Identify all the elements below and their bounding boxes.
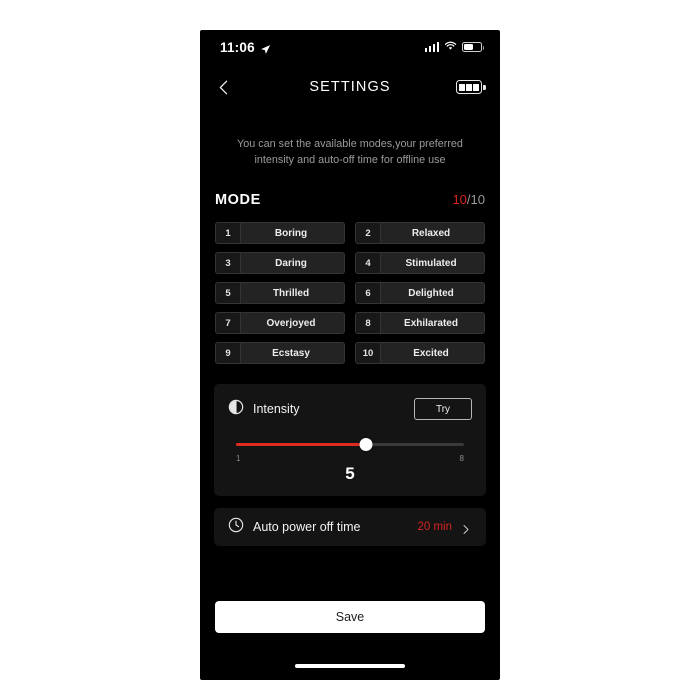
cellular-signal-icon bbox=[424, 42, 439, 52]
slider-fill bbox=[236, 442, 366, 446]
mode-label: Boring bbox=[274, 227, 308, 239]
mode-label: Ecstasy bbox=[272, 347, 310, 359]
auto-power-off-title-group: Auto power off time bbox=[228, 517, 417, 538]
mode-number: 2 bbox=[356, 223, 381, 243]
mode-number: 1 bbox=[216, 223, 241, 243]
mode-item-3[interactable]: 3 Daring bbox=[215, 252, 345, 274]
mode-item-6[interactable]: 6 Delighted bbox=[355, 282, 485, 304]
location-arrow-icon bbox=[260, 42, 271, 54]
page-title: SETTINGS bbox=[309, 79, 391, 95]
description-text: You can set the available modes,your pre… bbox=[237, 138, 463, 166]
mode-label: Thrilled bbox=[272, 287, 310, 299]
home-indicator bbox=[295, 664, 405, 668]
save-button[interactable]: Save bbox=[215, 601, 485, 633]
mode-item-7[interactable]: 7 Overjoyed bbox=[215, 312, 345, 334]
mode-item-9[interactable]: 9 Ecstasy bbox=[215, 342, 345, 364]
try-button[interactable]: Try bbox=[414, 398, 472, 420]
status-bar-left: 11:06 bbox=[220, 40, 271, 55]
auto-power-off-label: Auto power off time bbox=[253, 520, 361, 534]
mode-number: 5 bbox=[216, 283, 241, 303]
mode-number: 7 bbox=[216, 313, 241, 333]
mode-item-2[interactable]: 2 Relaxed bbox=[355, 222, 485, 244]
mode-item-10[interactable]: 10 Excited bbox=[355, 342, 485, 364]
screenshot-canvas: 11:06 SETTINGS You can set the available… bbox=[0, 0, 700, 700]
intensity-title-group: Intensity bbox=[228, 399, 300, 420]
mode-item-1[interactable]: 1 Boring bbox=[215, 222, 345, 244]
status-bar-right bbox=[424, 38, 484, 56]
mode-count: 10/10 bbox=[452, 192, 485, 207]
intensity-value: 5 bbox=[345, 464, 355, 483]
intensity-header: Intensity Try bbox=[228, 398, 472, 420]
mode-section-title: MODE bbox=[215, 192, 261, 208]
mode-label: Overjoyed bbox=[266, 317, 316, 329]
slider-thumb[interactable] bbox=[359, 437, 373, 451]
battery-icon bbox=[462, 42, 484, 52]
intensity-card: Intensity Try 1 8 5 bbox=[214, 384, 486, 496]
phone-screen: 11:06 SETTINGS You can set the available… bbox=[200, 30, 500, 680]
mode-grid: 1 Boring 2 Relaxed 3 Daring 4 Stimulated… bbox=[215, 222, 485, 364]
back-button[interactable] bbox=[218, 74, 244, 100]
mode-number: 4 bbox=[356, 253, 381, 273]
wifi-icon bbox=[444, 38, 457, 56]
slider-max-label: 8 bbox=[459, 454, 464, 463]
mode-number: 9 bbox=[216, 343, 241, 363]
clock-icon bbox=[228, 517, 244, 538]
chevron-left-icon bbox=[219, 80, 228, 94]
mode-label: Delighted bbox=[408, 287, 454, 299]
device-battery-icon bbox=[456, 80, 486, 94]
mode-count-current: 10 bbox=[452, 192, 467, 207]
mode-label: Exhilarated bbox=[404, 317, 458, 329]
mode-number: 8 bbox=[356, 313, 381, 333]
slider-range-labels: 1 8 bbox=[236, 454, 464, 463]
intensity-slider[interactable] bbox=[236, 437, 464, 451]
mode-section-header: MODE 10/10 bbox=[215, 192, 485, 208]
mode-label: Daring bbox=[275, 257, 307, 269]
slider-min-label: 1 bbox=[236, 454, 241, 463]
auto-power-off-value: 20 min bbox=[417, 521, 452, 533]
mode-item-4[interactable]: 4 Stimulated bbox=[355, 252, 485, 274]
mode-label: Stimulated bbox=[405, 257, 457, 269]
status-bar: 11:06 bbox=[200, 30, 500, 64]
status-bar-time: 11:06 bbox=[220, 39, 255, 55]
mode-count-total: /10 bbox=[466, 192, 485, 207]
mode-number: 6 bbox=[356, 283, 381, 303]
mode-item-5[interactable]: 5 Thrilled bbox=[215, 282, 345, 304]
mode-number: 3 bbox=[216, 253, 241, 273]
intensity-label: Intensity bbox=[253, 402, 300, 416]
mode-item-8[interactable]: 8 Exhilarated bbox=[355, 312, 485, 334]
mode-number: 10 bbox=[356, 343, 381, 363]
mode-label: Relaxed bbox=[411, 227, 451, 239]
chevron-right-icon[interactable] bbox=[462, 522, 472, 534]
app-header: SETTINGS bbox=[200, 64, 500, 110]
contrast-half-circle-icon bbox=[228, 399, 244, 420]
mode-label: Excited bbox=[413, 347, 449, 359]
auto-power-off-row[interactable]: Auto power off time 20 min bbox=[214, 508, 486, 546]
